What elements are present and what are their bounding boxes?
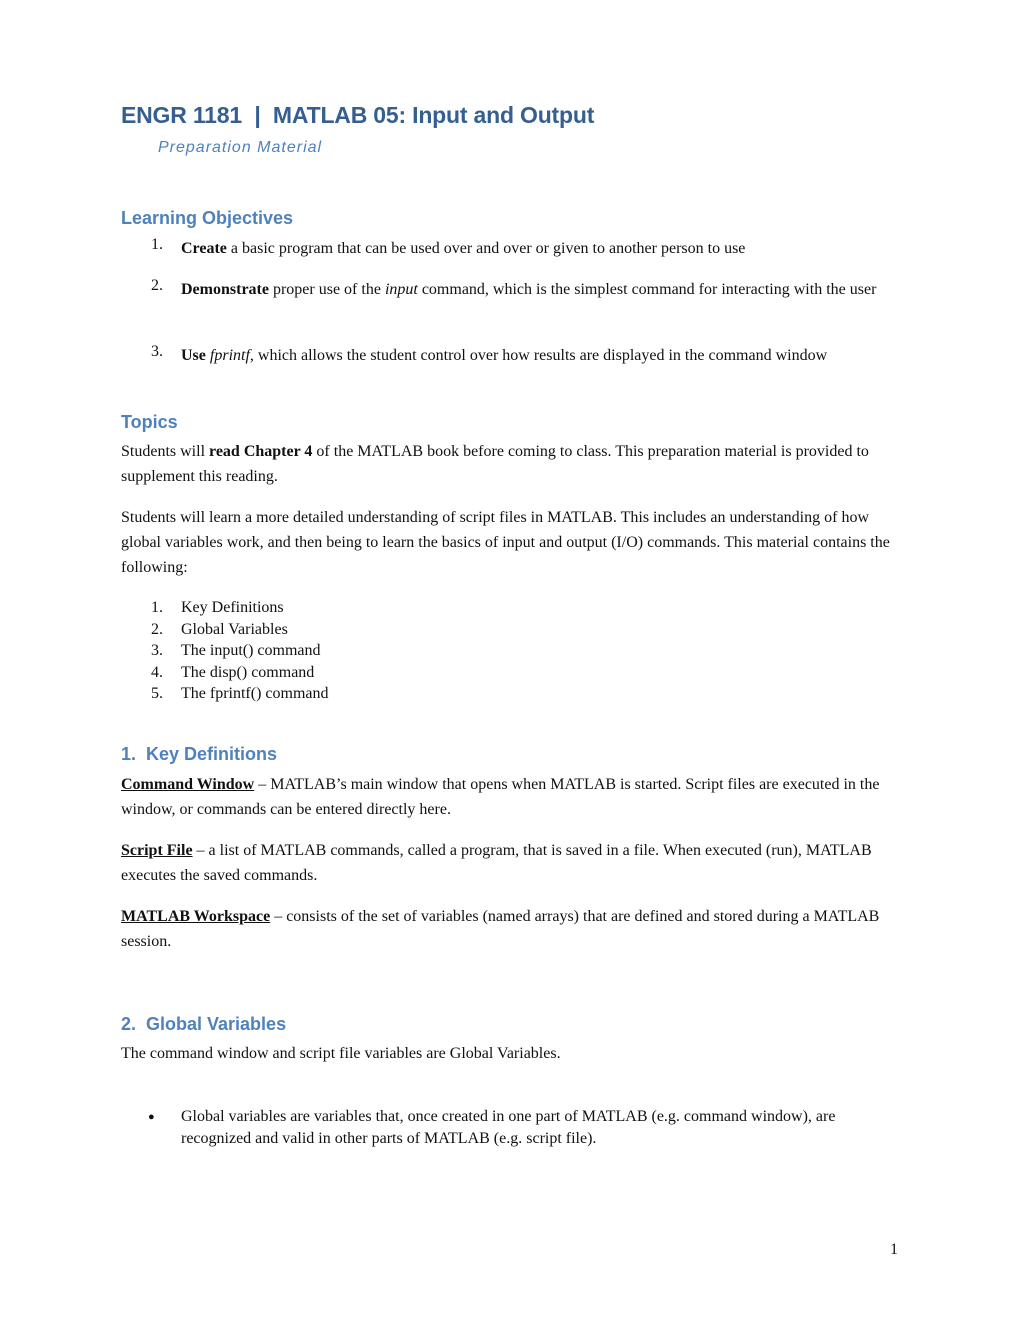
objective-keyword: Demonstrate <box>181 281 269 298</box>
list-number: 1. <box>151 236 163 253</box>
objective-body: a basic program that can be used over an… <box>226 240 746 257</box>
list-item-text: The input() command <box>181 642 321 659</box>
objective-body: proper use of the <box>268 281 385 298</box>
definition-command-window: Command Window – MATLAB’s main window th… <box>121 772 911 822</box>
definition-term: MATLAB Workspace <box>121 908 271 925</box>
topics-heading: Topics <box>121 412 178 432</box>
bullet-icon: ● <box>148 1111 155 1123</box>
objective-body: which allows the student control over ho… <box>253 347 828 364</box>
definition-matlab-workspace: MATLAB Workspace – consists of the set o… <box>121 904 911 954</box>
global-variables-intro: The command window and script file varia… <box>121 1045 561 1062</box>
page-number: 1 <box>890 1241 898 1258</box>
list-item-text: The fprintf() command <box>181 685 329 702</box>
objective-emphasis: input <box>384 281 418 298</box>
document-subtitle: Preparation Material <box>158 139 323 156</box>
objective-text: Use fprintf, which allows the student co… <box>181 343 881 368</box>
topics-paragraph-2: Students will learn a more detailed unde… <box>121 509 890 576</box>
bullet-text: Global variables are variables that, onc… <box>181 1108 836 1147</box>
definition-term: Command Window <box>121 776 255 793</box>
list-number: 3. <box>151 642 163 659</box>
document-page: ENGR 1181 | MATLAB 05: Input and Output … <box>0 0 1020 1320</box>
learning-objectives-heading: Learning Objectives <box>121 208 294 228</box>
definition-term: Script File <box>121 842 193 859</box>
objective-keyword: Create <box>181 240 227 257</box>
list-number: 4. <box>151 663 163 681</box>
list-number: 5. <box>151 685 163 702</box>
list-number: 1. <box>151 599 163 616</box>
list-item-text: Global Variables <box>181 620 288 638</box>
objective-emphasis: fprintf, <box>209 347 254 364</box>
list-item-text: Key Definitions <box>181 599 284 616</box>
paragraph-text: Students will <box>121 443 210 460</box>
objective-keyword: Use <box>181 347 206 364</box>
list-item-text: The disp() command <box>181 663 315 681</box>
definition-text: – a list of MATLAB commands, called a pr… <box>121 842 872 884</box>
objective-text: Create a basic program that can be used … <box>181 236 881 261</box>
paragraph-emphasis: read Chapter 4 <box>209 443 313 460</box>
list-number: 2. <box>151 620 163 638</box>
topics-list: 1. Key Definitions 2. Global Variables 3… <box>0 597 1020 707</box>
definition-script-file: Script File – a list of MATLAB commands,… <box>121 838 911 888</box>
document-title: ENGR 1181 | MATLAB 05: Input and Output <box>121 102 595 128</box>
list-number: 2. <box>151 277 163 294</box>
global-variables-heading: 2. Global Variables <box>121 1014 287 1034</box>
objective-text: Demonstrate proper use of the input comm… <box>181 277 881 302</box>
list-number: 3. <box>151 343 163 360</box>
topics-paragraph-1: Students will read Chapter 4 of the MATL… <box>121 439 911 489</box>
objective-body: command, which is the simplest command f… <box>417 281 877 298</box>
key-definitions-heading: 1. Key Definitions <box>121 744 278 764</box>
